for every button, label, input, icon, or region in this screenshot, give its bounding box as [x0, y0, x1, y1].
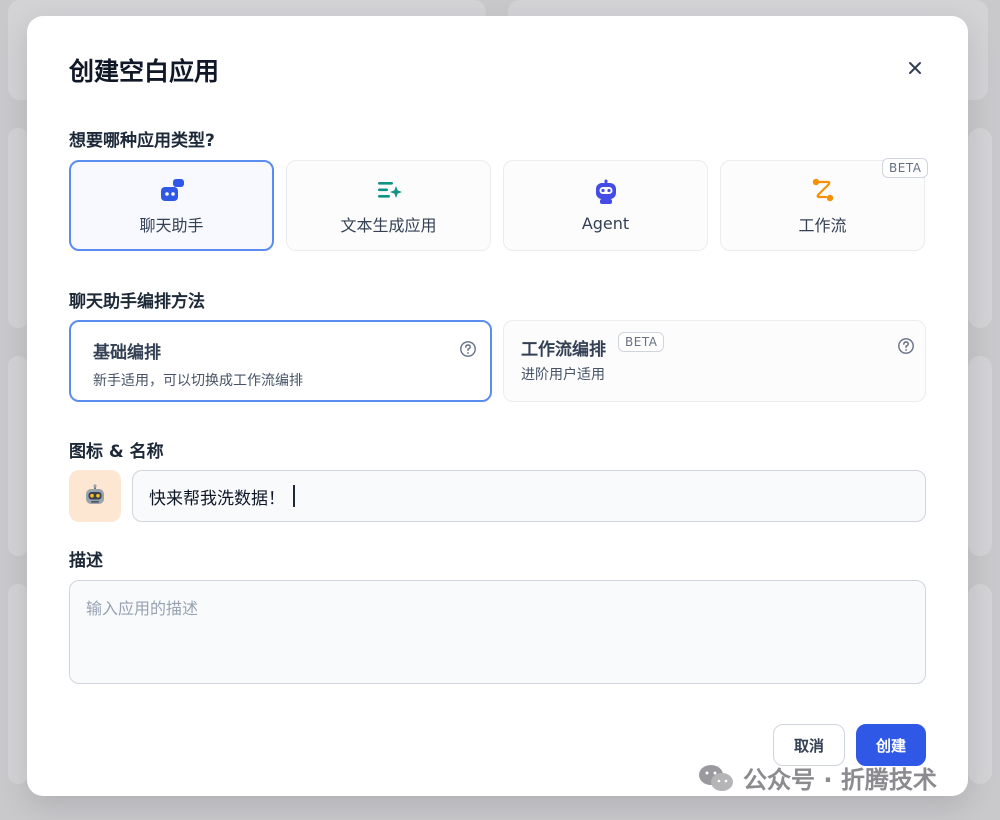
app-type-agent[interactable]: Agent — [503, 160, 708, 251]
app-type-chat-assistant[interactable]: 聊天助手 — [69, 160, 274, 251]
help-icon[interactable] — [459, 340, 477, 358]
robot-emoji-icon — [86, 484, 104, 504]
mode-description: 进阶用户适用 — [521, 367, 605, 383]
app-type-label: 聊天助手 — [139, 215, 204, 235]
app-type-label: 工作流 — [798, 215, 847, 235]
mode-basic-orchestration[interactable]: 基础编排 新手适用，可以切换成工作流编排 — [69, 320, 492, 402]
background-card — [968, 356, 992, 556]
app-type-label: Agent — [581, 214, 630, 233]
background-card — [968, 584, 992, 784]
text-generate-icon — [377, 181, 402, 198]
background-card — [968, 128, 992, 328]
watermark: 公众号 · 折腾技术 — [697, 760, 937, 795]
mode-workflow-orchestration[interactable]: 工作流编排 BETA 进阶用户适用 — [503, 320, 926, 402]
create-app-dialog: 创建空白应用 想要哪种应用类型? 聊天助手 文本生成应用 Agent 工作流 B… — [27, 16, 968, 796]
background-card — [8, 128, 28, 328]
app-name-input[interactable]: 快来帮我洗数据！ — [132, 470, 926, 522]
icon-name-label: 图标 & 名称 — [69, 442, 164, 462]
workflow-icon — [812, 178, 833, 201]
description-input[interactable] — [69, 580, 926, 684]
mode-description: 新手适用，可以切换成工作流编排 — [93, 373, 303, 389]
close-button[interactable] — [903, 56, 927, 80]
beta-badge: BETA — [882, 158, 929, 178]
mode-title: 基础编排 — [93, 343, 161, 363]
app-type-text-generation[interactable]: 文本生成应用 — [286, 160, 491, 251]
text-caret — [293, 485, 295, 507]
app-icon-picker[interactable] — [69, 470, 121, 522]
watermark-text: 公众号 · 折腾技术 — [743, 766, 937, 794]
description-label: 描述 — [69, 551, 103, 571]
agent-robot-icon — [595, 179, 616, 204]
background-card — [8, 584, 28, 784]
beta-badge: BETA — [618, 332, 665, 352]
close-icon — [909, 62, 921, 74]
app-type-label: 文本生成应用 — [340, 215, 437, 235]
mode-title: 工作流编排 — [521, 340, 606, 360]
app-name-value: 快来帮我洗数据！ — [149, 488, 285, 509]
orchestration-label: 聊天助手编排方法 — [69, 292, 205, 312]
wechat-icon — [699, 764, 733, 791]
chat-bot-icon — [160, 178, 184, 201]
app-type-question: 想要哪种应用类型? — [69, 131, 215, 151]
dialog-title: 创建空白应用 — [69, 57, 220, 86]
background-card — [8, 356, 28, 556]
help-icon[interactable] — [897, 337, 915, 355]
